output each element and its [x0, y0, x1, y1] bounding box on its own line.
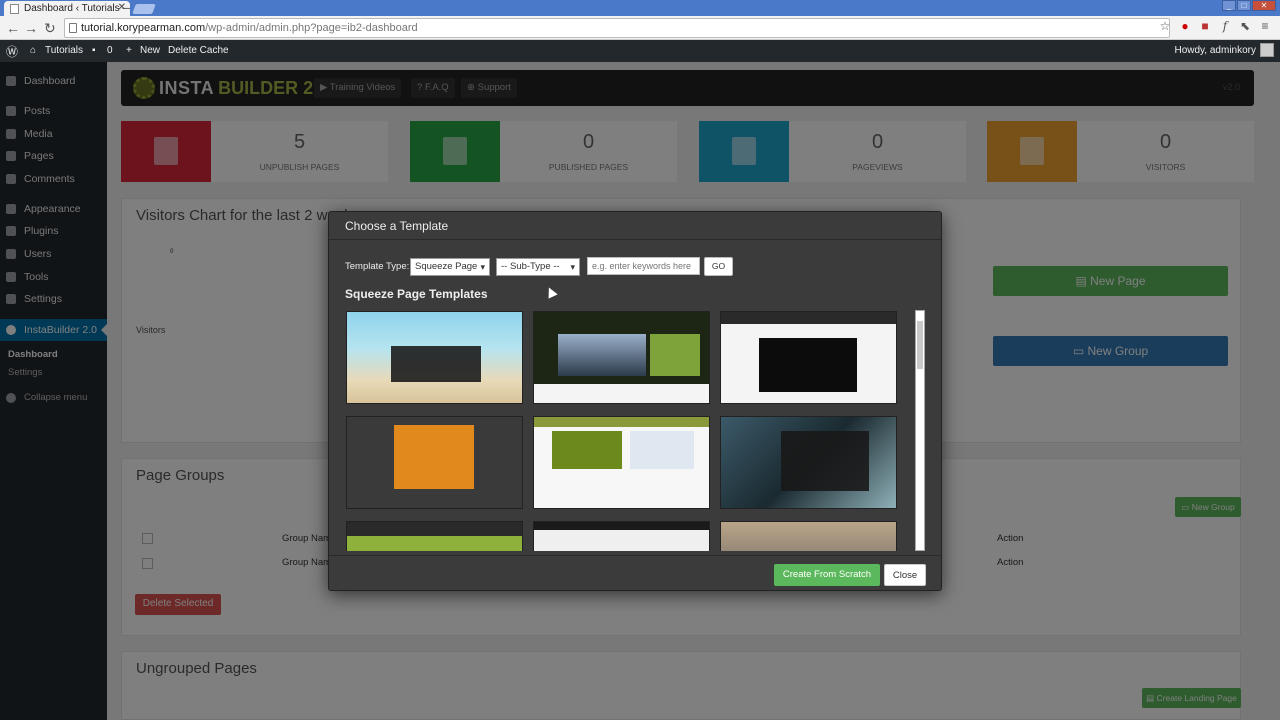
- wordpress-icon[interactable]: Ⓦ: [6, 43, 18, 60]
- template-type-label: Template Type:: [345, 261, 410, 272]
- template-type-select[interactable]: Squeeze Page: [410, 258, 490, 276]
- extension-icon[interactable]: ■: [1198, 19, 1212, 33]
- back-icon[interactable]: ←: [6, 20, 20, 36]
- wp-admin-bar: Ⓦ ⌂ Tutorials ▪ 0 + New Delete Cache How…: [0, 40, 1280, 62]
- template-thumbnail[interactable]: [346, 311, 523, 404]
- url-path: /wp-admin/admin.php?page=ib2-dashboard: [205, 22, 418, 34]
- new-tab-button[interactable]: [132, 4, 156, 14]
- template-thumbnail[interactable]: [346, 416, 523, 509]
- create-from-scratch-button[interactable]: Create From Scratch: [774, 564, 880, 586]
- template-thumbnail[interactable]: [720, 311, 897, 404]
- template-thumbnail[interactable]: [346, 521, 523, 551]
- template-thumbnail[interactable]: [720, 521, 897, 551]
- star-icon[interactable]: ☆: [1158, 19, 1172, 33]
- choose-template-modal: Choose a Template Template Type: Squeeze…: [328, 211, 942, 591]
- browser-tab-bar: Dashboard ‹ Tutorials — ✕ _ □ ✕: [0, 0, 1280, 16]
- template-image: [552, 431, 622, 469]
- minimize-icon[interactable]: _: [1222, 0, 1236, 11]
- template-video: [759, 338, 857, 392]
- modal-header: Choose a Template: [329, 212, 941, 240]
- howdy-user[interactable]: Howdy, adminkory: [1174, 45, 1256, 56]
- url-domain: tutorial.korypearman.com: [81, 22, 206, 34]
- forward-icon[interactable]: →: [24, 20, 38, 36]
- menu-icon[interactable]: ≡: [1258, 19, 1272, 33]
- template-content-box: [781, 431, 869, 491]
- address-bar[interactable]: tutorial.korypearman.com/wp-admin/admin.…: [64, 18, 1170, 38]
- template-form: [650, 334, 700, 376]
- template-topbar: [721, 312, 896, 324]
- avatar[interactable]: [1260, 43, 1274, 57]
- browser-toolbar: ← → ↻ tutorial.korypearman.com/wp-admin/…: [0, 16, 1280, 40]
- go-button[interactable]: GO: [704, 257, 733, 276]
- favicon-icon: [10, 4, 19, 14]
- plus-icon: +: [126, 45, 132, 56]
- template-thumbnail[interactable]: [533, 521, 710, 551]
- page-icon: [69, 23, 77, 33]
- modal-title: Choose a Template: [345, 219, 449, 233]
- template-grid: [345, 310, 899, 551]
- template-content-box: [391, 346, 481, 382]
- close-tab-icon[interactable]: ✕: [118, 2, 126, 13]
- template-banner: [347, 536, 522, 551]
- delete-cache-link[interactable]: Delete Cache: [168, 45, 229, 56]
- browser-tab[interactable]: Dashboard ‹ Tutorials — ✕: [4, 1, 130, 16]
- sub-type-select[interactable]: -- Sub-Type --: [496, 258, 580, 276]
- home-icon[interactable]: ⌂: [30, 45, 36, 56]
- close-window-icon[interactable]: ✕: [1252, 0, 1276, 11]
- comment-icon[interactable]: ▪: [92, 45, 96, 56]
- pointer-icon[interactable]: ⬉: [1238, 19, 1252, 33]
- scrollbar-thumb[interactable]: [917, 321, 923, 369]
- extension-icons: ☆ ● ■ f ⬉ ≡: [1158, 19, 1272, 33]
- tab-title: Dashboard ‹ Tutorials —: [24, 3, 130, 14]
- template-thumbnail[interactable]: [533, 416, 710, 509]
- adblock-icon[interactable]: ●: [1178, 19, 1192, 33]
- template-thumbnail[interactable]: [720, 416, 897, 509]
- template-topbar: [534, 417, 709, 427]
- maximize-icon[interactable]: □: [1237, 0, 1251, 11]
- template-topbar: [534, 522, 709, 530]
- template-image: [558, 334, 646, 376]
- template-scrollbar[interactable]: [915, 310, 925, 551]
- template-countdown: [394, 425, 474, 489]
- close-button[interactable]: Close: [884, 564, 926, 586]
- template-thumbnail[interactable]: [533, 311, 710, 404]
- reload-icon[interactable]: ↻: [44, 20, 56, 36]
- new-menu[interactable]: New: [140, 45, 160, 56]
- function-icon[interactable]: f: [1218, 19, 1232, 33]
- keyword-search-input[interactable]: [587, 257, 700, 275]
- site-name[interactable]: Tutorials: [45, 45, 83, 56]
- template-footer: [534, 384, 709, 403]
- template-form: [630, 431, 694, 469]
- window-controls: _ □ ✕: [1222, 0, 1276, 12]
- comment-count[interactable]: 0: [107, 45, 113, 56]
- section-title: Squeeze Page Templates: [345, 287, 488, 301]
